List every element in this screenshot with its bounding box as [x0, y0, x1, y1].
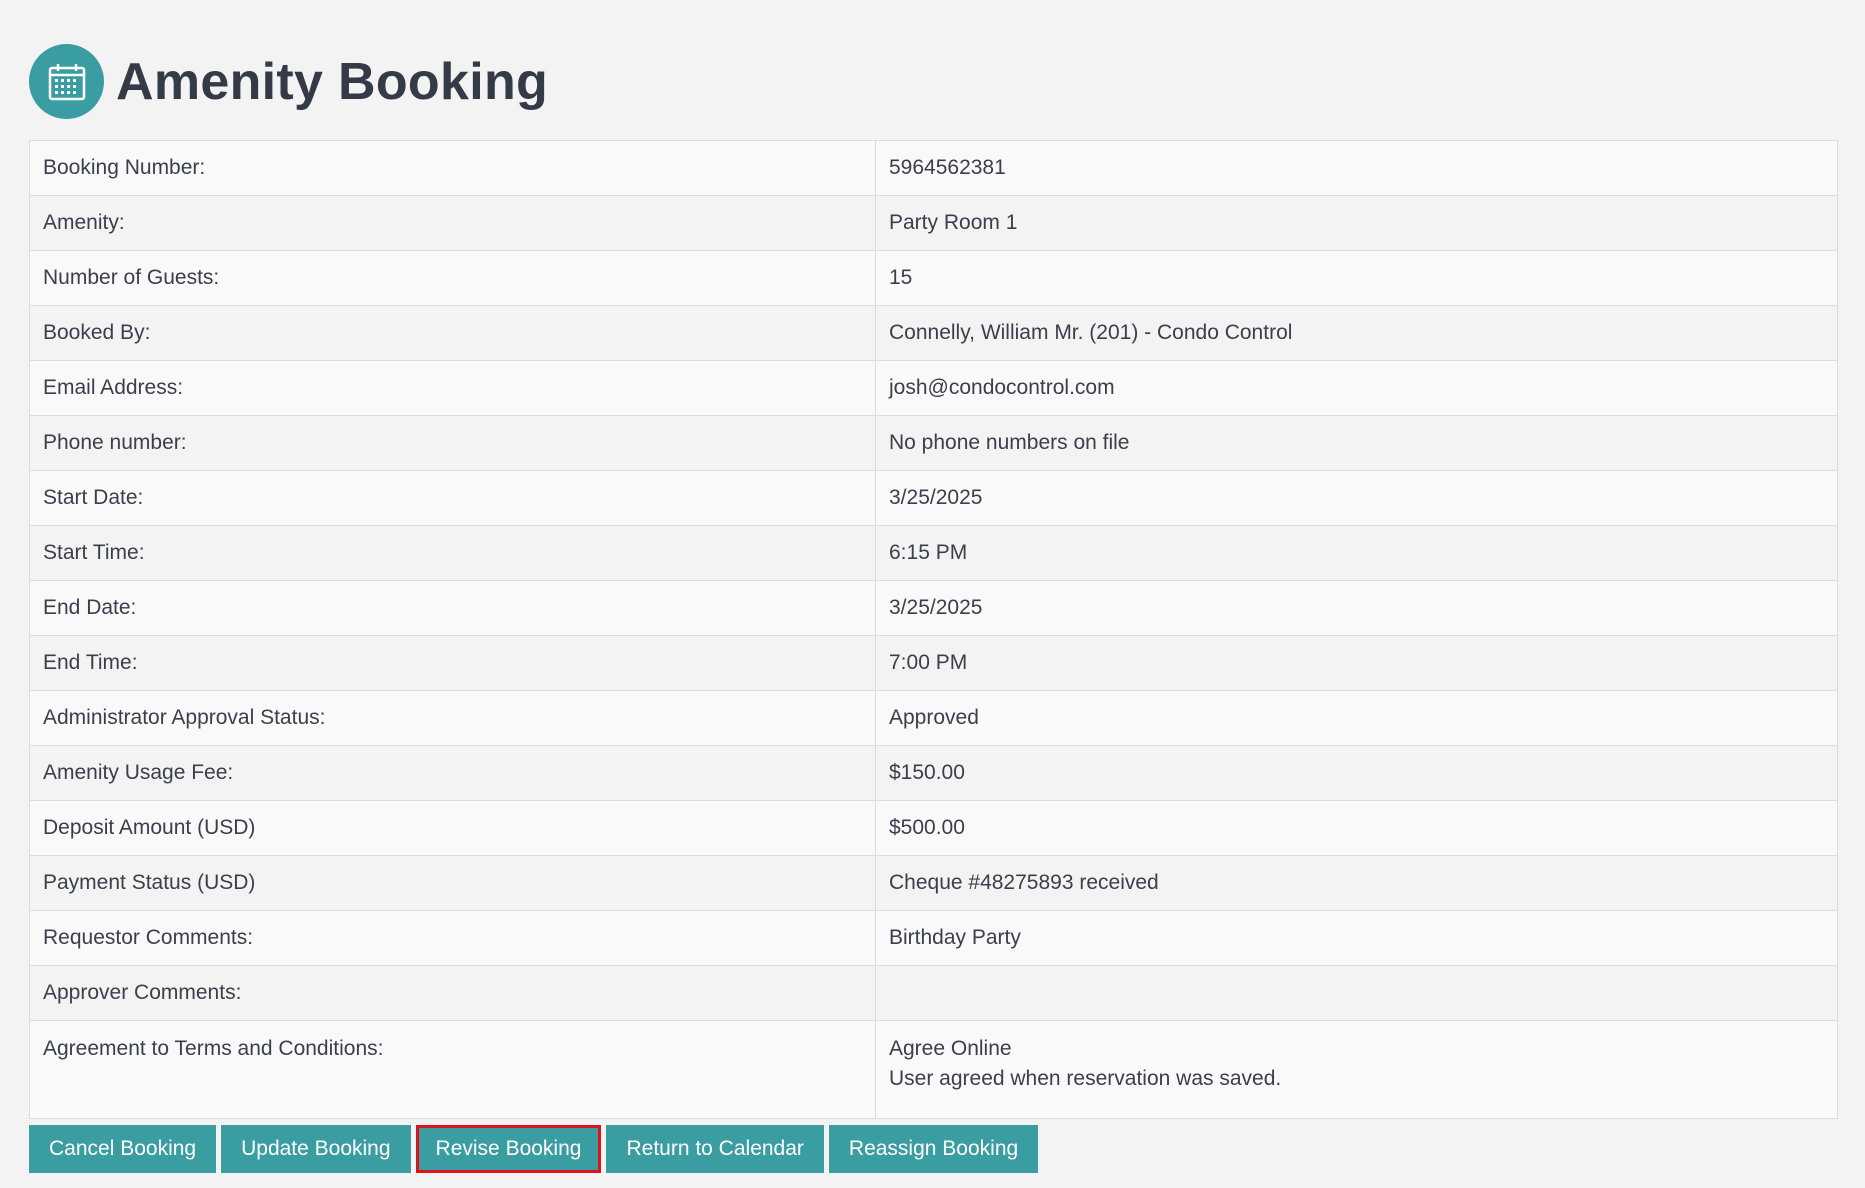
end-date-value: 3/25/2025	[875, 580, 1838, 636]
approval-status-label: Administrator Approval Status:	[29, 690, 876, 746]
cancel-booking-button[interactable]: Cancel Booking	[29, 1125, 217, 1173]
phone-label: Phone number:	[29, 415, 876, 471]
terms-agreement-label-text: Agreement to Terms and Conditions:	[43, 1037, 384, 1060]
approver-comments-label: Approver Comments:	[29, 965, 876, 1021]
table-row: Payment Status (USD) Cheque #48275893 re…	[29, 855, 1838, 911]
amenity-label: Amenity:	[29, 195, 876, 251]
usage-fee-label: Amenity Usage Fee:	[29, 745, 876, 801]
revise-booking-button[interactable]: Revise Booking	[415, 1125, 602, 1173]
guests-value: 15	[875, 250, 1838, 306]
requestor-comments-value: Birthday Party	[875, 910, 1838, 966]
terms-agreement-value: Agree Online User agreed when reservatio…	[875, 1020, 1838, 1119]
table-row: Amenity: Party Room 1	[29, 195, 1838, 251]
terms-agreement-value-line1: Agree Online	[889, 1037, 1012, 1060]
table-row: Number of Guests: 15	[29, 250, 1838, 306]
table-row: Start Time: 6:15 PM	[29, 525, 1838, 581]
start-date-value: 3/25/2025	[875, 470, 1838, 526]
payment-status-value: Cheque #48275893 received	[875, 855, 1838, 911]
table-row: Deposit Amount (USD) $500.00	[29, 800, 1838, 856]
booked-by-label: Booked By:	[29, 305, 876, 361]
table-row: Booking Number: 5964562381	[29, 140, 1838, 196]
table-row: Requestor Comments: Birthday Party	[29, 910, 1838, 966]
start-date-label: Start Date:	[29, 470, 876, 526]
table-row: Amenity Usage Fee: $150.00	[29, 745, 1838, 801]
terms-agreement-value-line2: User agreed when reservation was saved.	[889, 1067, 1282, 1090]
table-row: Agreement to Terms and Conditions: Agree…	[29, 1020, 1838, 1119]
return-to-calendar-button[interactable]: Return to Calendar	[606, 1125, 824, 1173]
booked-by-value: Connelly, William Mr. (201) - Condo Cont…	[875, 305, 1838, 361]
approval-status-value: Approved	[875, 690, 1838, 746]
requestor-comments-label: Requestor Comments:	[29, 910, 876, 966]
action-buttons: Cancel Booking Update Booking Revise Boo…	[29, 1125, 1039, 1173]
update-booking-button[interactable]: Update Booking	[221, 1125, 411, 1173]
approver-comments-value	[875, 965, 1838, 1021]
page-header: Amenity Booking	[29, 44, 548, 119]
end-date-label: End Date:	[29, 580, 876, 636]
email-value: josh@condocontrol.com	[875, 360, 1838, 416]
start-time-value: 6:15 PM	[875, 525, 1838, 581]
table-row: End Date: 3/25/2025	[29, 580, 1838, 636]
end-time-label: End Time:	[29, 635, 876, 691]
end-time-value: 7:00 PM	[875, 635, 1838, 691]
amenity-booking-page: Amenity Booking Booking Number: 59645623…	[0, 0, 1865, 1188]
table-row: Start Date: 3/25/2025	[29, 470, 1838, 526]
page-title: Amenity Booking	[116, 52, 549, 111]
booking-number-value: 5964562381	[875, 140, 1838, 196]
table-row: Phone number: No phone numbers on file	[29, 415, 1838, 471]
calendar-icon	[29, 44, 104, 119]
table-row: End Time: 7:00 PM	[29, 635, 1838, 691]
table-row: Approver Comments:	[29, 965, 1838, 1021]
guests-label: Number of Guests:	[29, 250, 876, 306]
phone-value: No phone numbers on file	[875, 415, 1838, 471]
deposit-amount-label: Deposit Amount (USD)	[29, 800, 876, 856]
amenity-value: Party Room 1	[875, 195, 1838, 251]
start-time-label: Start Time:	[29, 525, 876, 581]
terms-agreement-label: Agreement to Terms and Conditions:	[29, 1020, 876, 1119]
deposit-amount-value: $500.00	[875, 800, 1838, 856]
booking-number-label: Booking Number:	[29, 140, 876, 196]
email-label: Email Address:	[29, 360, 876, 416]
usage-fee-value: $150.00	[875, 745, 1838, 801]
table-row: Email Address: josh@condocontrol.com	[29, 360, 1838, 416]
booking-details-table: Booking Number: 5964562381 Amenity: Part…	[29, 140, 1838, 1119]
payment-status-label: Payment Status (USD)	[29, 855, 876, 911]
table-row: Administrator Approval Status: Approved	[29, 690, 1838, 746]
reassign-booking-button[interactable]: Reassign Booking	[828, 1125, 1039, 1173]
table-row: Booked By: Connelly, William Mr. (201) -…	[29, 305, 1838, 361]
